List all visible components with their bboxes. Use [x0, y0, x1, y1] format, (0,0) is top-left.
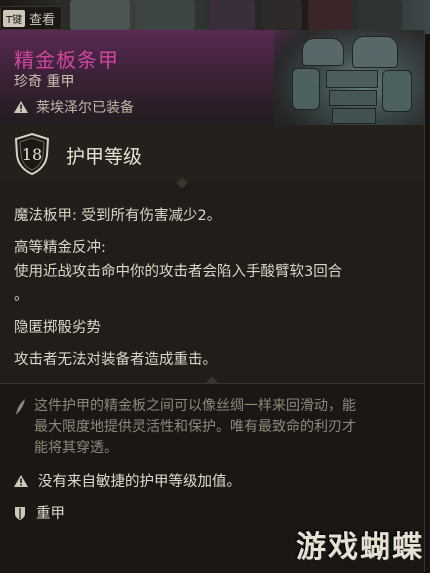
- property-stealth-disadvantage: 隐匿掷骰劣势: [14, 320, 101, 336]
- inventory-slot[interactable]: [358, 0, 402, 30]
- feather-icon: [16, 399, 25, 415]
- examine-label: 查看: [29, 12, 56, 28]
- key-cap: T键: [3, 9, 26, 27]
- note-armor-type: 重甲: [14, 502, 65, 523]
- property-magic-plate: 魔法板甲: 受到所有伤害减少2。: [14, 208, 222, 224]
- equipped-label: 莱埃泽尔已装备: [36, 100, 134, 116]
- armor-class-row: 18 护甲等级: [0, 125, 424, 184]
- property-adamantine-desc: 使用近战攻击命中你的攻击者会陷入手酸臂软3回合: [14, 264, 343, 280]
- item-name: 精金板条甲: [14, 48, 119, 72]
- equipped-status: 莱埃泽尔已装备: [14, 97, 134, 117]
- property-adamantine-desc-end: 。: [14, 288, 29, 304]
- warning-icon: [14, 474, 28, 487]
- property-no-crit: 攻击者无法对装备者造成重击。: [14, 352, 217, 368]
- watermark: 游戏蝴蝶: [296, 530, 424, 565]
- note-no-dex: 没有来自敏捷的护甲等级加值。: [14, 470, 241, 491]
- inventory-strip: [0, 0, 430, 34]
- properties-section: 魔法板甲: 受到所有伤害减少2。 高等精金反冲: 使用近战攻击命中你的攻击者会陷…: [0, 177, 424, 388]
- inventory-slot[interactable]: [308, 0, 352, 30]
- warning-icon: [14, 101, 28, 113]
- inventory-slot[interactable]: [70, 0, 130, 30]
- examine-keyhint[interactable]: T键 查看: [0, 6, 63, 30]
- inventory-slot[interactable]: [135, 0, 195, 30]
- item-tooltip: 精金板条甲 珍奇 重甲 莱埃泽尔已装备 18 护甲等级 魔法板甲: 受到所有伤害…: [0, 30, 425, 573]
- inventory-slot[interactable]: [210, 0, 255, 30]
- inventory-slot[interactable]: [262, 0, 302, 30]
- property-adamantine-title: 高等精金反冲:: [14, 240, 106, 256]
- flavor-text: 这件护甲的精金板之间可以像丝绸一样来回滑动，能 最大限度地提供灵活性和保护。唯有…: [34, 398, 356, 456]
- tooltip-header: 精金板条甲 珍奇 重甲 莱埃泽尔已装备: [0, 30, 424, 150]
- heavy-armor-icon: [15, 506, 25, 520]
- armor-class-value: 18: [21, 145, 43, 164]
- item-rarity-type: 珍奇 重甲: [14, 74, 75, 90]
- armor-class-label: 护甲等级: [66, 146, 143, 168]
